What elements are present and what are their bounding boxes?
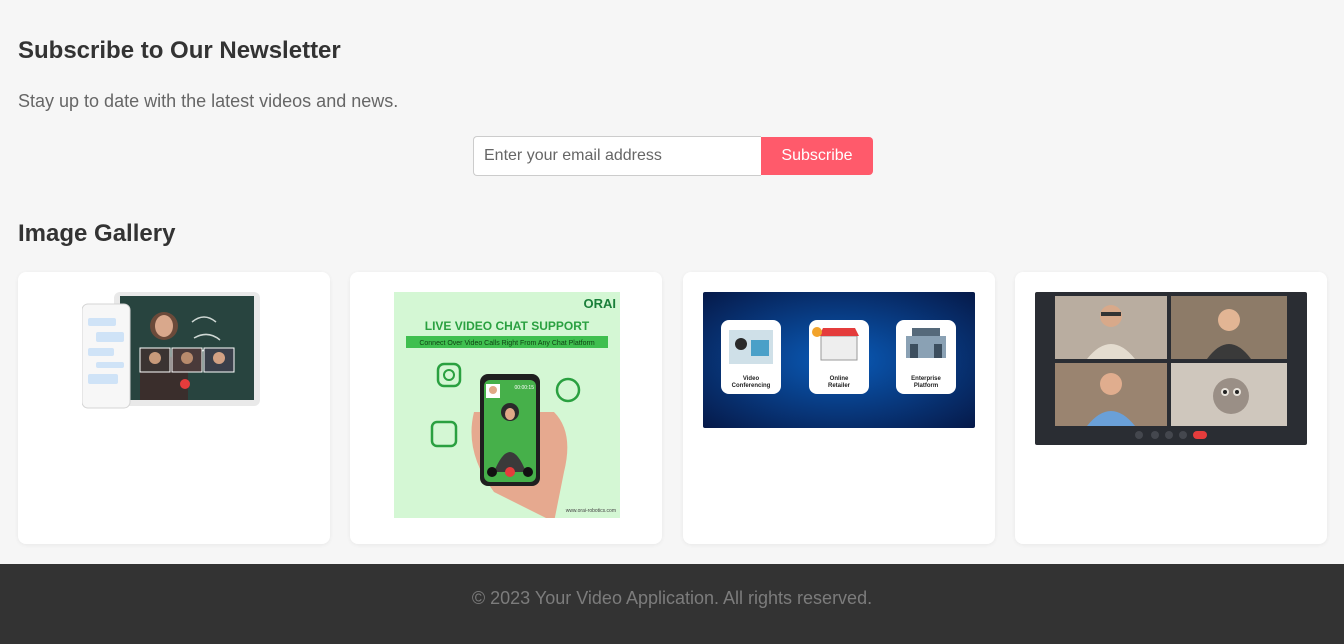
svg-text:Platform: Platform <box>914 383 938 389</box>
video-platform-types-image: Video Conferencing Online Retailer Enter… <box>703 292 975 428</box>
headline-label: LIVE VIDEO CHAT SUPPORT <box>425 319 590 333</box>
website-label: www.orai-robotics.com <box>566 508 616 514</box>
svg-text:Enterprise: Enterprise <box>911 376 941 382</box>
gallery-card[interactable] <box>18 272 330 544</box>
svg-text:Video: Video <box>743 376 760 382</box>
newsletter-section: Subscribe to Our Newsletter Stay up to d… <box>18 36 1326 112</box>
video-call-app-image <box>82 292 260 409</box>
gallery-card[interactable] <box>1015 272 1327 544</box>
live-video-chat-support-image: ORAI LIVE VIDEO CHAT SUPPORT Connect Ove… <box>394 292 620 518</box>
group-video-call-image <box>1035 292 1307 445</box>
brand-label: ORAI <box>584 296 617 311</box>
subscribe-button[interactable]: Subscribe <box>761 137 873 175</box>
footer-copyright: © 2023 Your Video Application. All right… <box>471 588 873 608</box>
newsletter-form: Subscribe <box>473 136 873 176</box>
gallery-card[interactable]: Video Conferencing Online Retailer Enter… <box>683 272 995 544</box>
newsletter-subtitle: Stay up to date with the latest videos a… <box>18 91 399 111</box>
svg-text:Retailer: Retailer <box>828 383 851 389</box>
svg-text:Online: Online <box>830 376 849 382</box>
footer: © 2023 Your Video Application. All right… <box>0 564 1344 644</box>
email-input[interactable] <box>473 136 761 176</box>
svg-text:Conferencing: Conferencing <box>732 383 771 389</box>
newsletter-title: Subscribe to Our Newsletter <box>18 37 341 64</box>
gallery-title: Image Gallery <box>18 220 176 247</box>
gallery-card[interactable]: ORAI LIVE VIDEO CHAT SUPPORT Connect Ove… <box>350 272 662 544</box>
tagline-label: Connect Over Video Calls Right From Any … <box>419 340 595 347</box>
call-time-label: 00:00:15 <box>515 385 535 391</box>
